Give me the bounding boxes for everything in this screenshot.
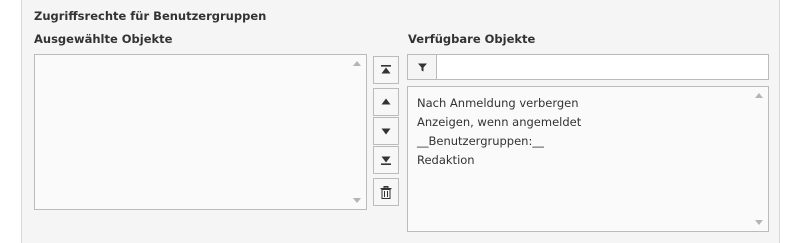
list-item[interactable]: Redaktion <box>417 151 581 170</box>
scroll-up-icon[interactable] <box>353 61 361 66</box>
move-up-icon <box>381 98 391 105</box>
move-down-icon <box>381 128 391 135</box>
available-items: Nach Anmeldung verbergen Anzeigen, wenn a… <box>417 94 581 170</box>
trash-icon <box>380 185 392 199</box>
available-objects-list[interactable]: Nach Anmeldung verbergen Anzeigen, wenn a… <box>407 86 769 232</box>
available-list-scrollbar[interactable] <box>751 87 768 231</box>
list-item[interactable]: Nach Anmeldung verbergen <box>417 94 581 113</box>
move-to-bottom-icon <box>381 156 391 165</box>
list-item[interactable]: __Benutzergruppen:__ <box>417 132 581 151</box>
selected-objects-label: Ausgewählte Objekte <box>34 32 173 46</box>
section-title: Zugriffsrechte für Benutzergruppen <box>34 9 267 23</box>
filter-field <box>407 54 769 80</box>
delete-button[interactable] <box>373 178 399 206</box>
move-to-top-button[interactable] <box>373 56 399 84</box>
scroll-down-icon[interactable] <box>755 220 763 225</box>
scroll-down-icon[interactable] <box>353 198 361 203</box>
filter-icon <box>408 55 437 79</box>
selected-list-scrollbar[interactable] <box>349 55 366 209</box>
list-item[interactable]: Anzeigen, wenn angemeldet <box>417 113 581 132</box>
page: Zugriffsrechte für Benutzergruppen Ausge… <box>0 0 802 243</box>
scroll-up-icon[interactable] <box>755 93 763 98</box>
available-objects-label: Verfügbare Objekte <box>408 32 536 46</box>
move-up-button[interactable] <box>373 88 399 116</box>
filter-input[interactable] <box>437 55 767 79</box>
move-down-button[interactable] <box>373 117 399 145</box>
move-to-top-icon <box>381 65 391 74</box>
move-to-bottom-button[interactable] <box>373 146 399 174</box>
selected-objects-list[interactable] <box>34 54 367 210</box>
